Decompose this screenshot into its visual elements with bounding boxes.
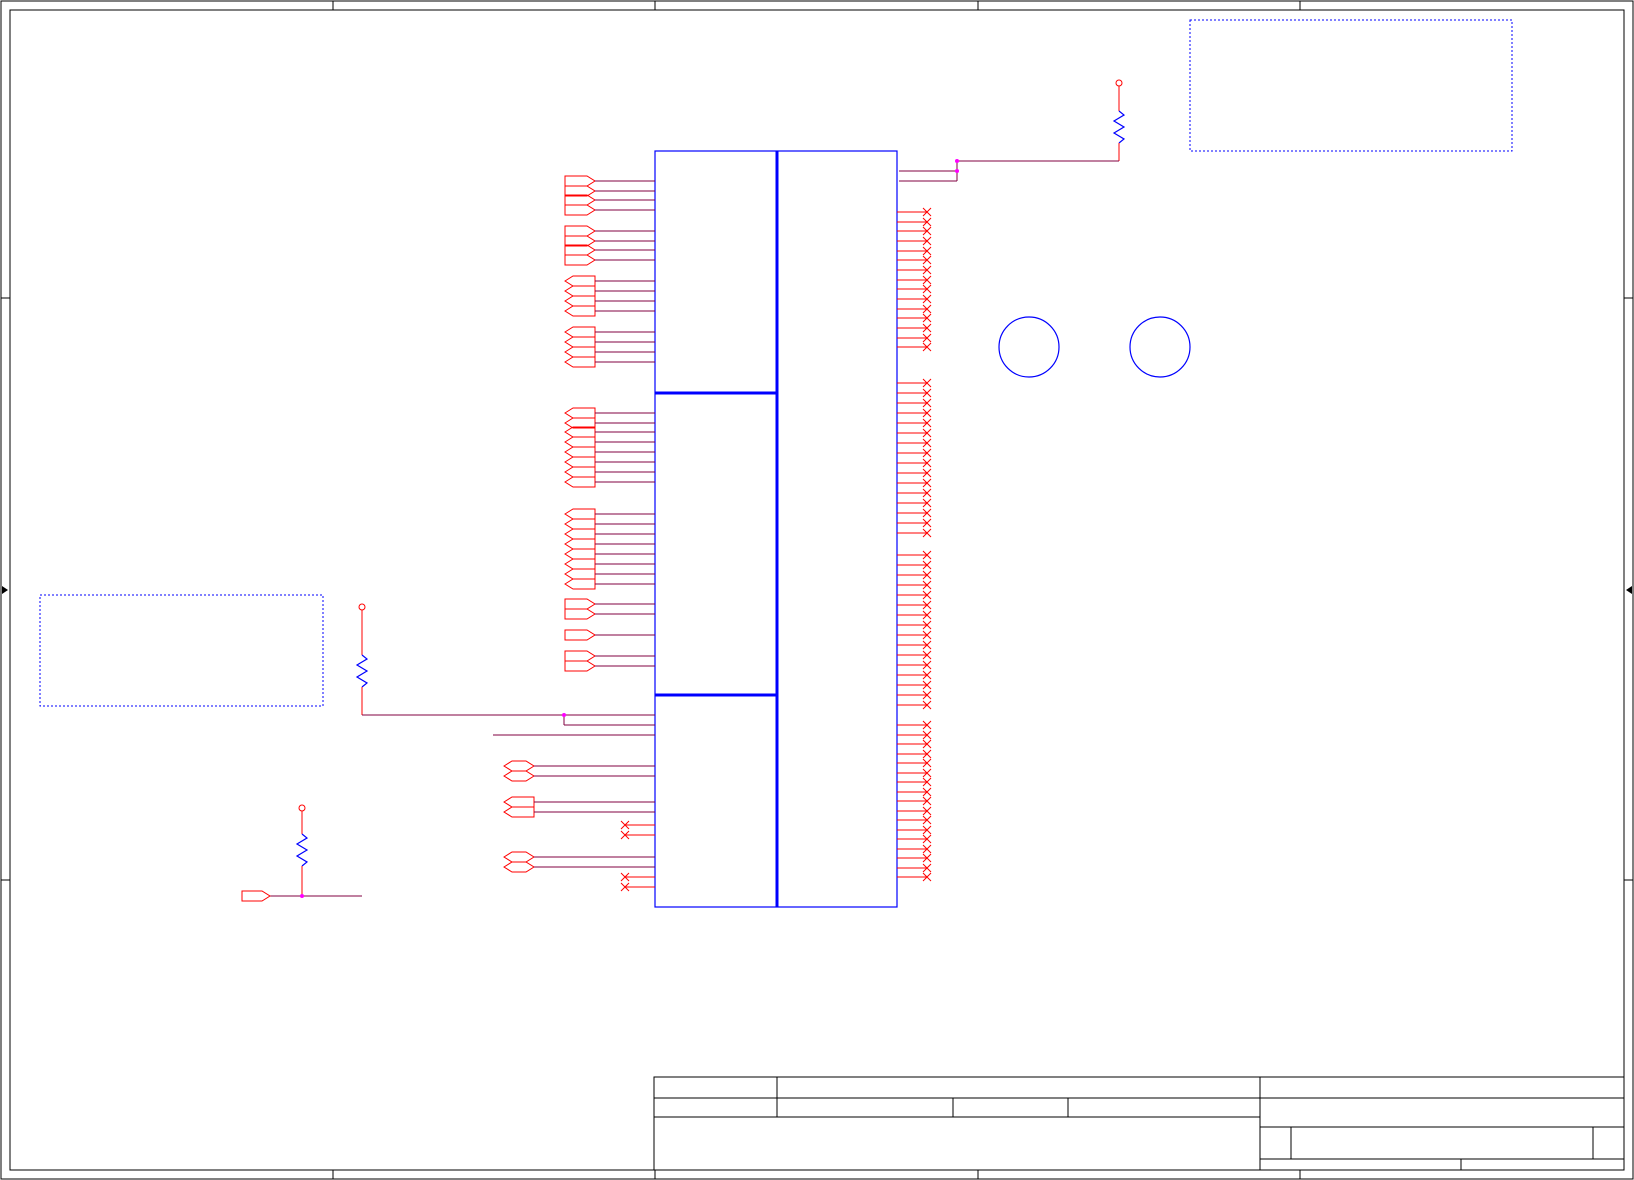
junction-dot-icon [562,713,566,717]
main-connector-component[interactable] [654,150,898,908]
junction-dot-icon [955,159,959,163]
mounting-hole-icon [1129,316,1191,378]
net-port-icon [503,760,535,772]
net-port-icon [564,326,596,338]
resistor-icon [355,654,369,688]
resistor-icon [295,833,309,867]
power-port-icon [298,804,306,812]
net-port-icon [503,770,535,782]
net-port-icon [564,466,596,478]
net-port-icon [564,346,596,358]
grid-arrow-icon [2,586,1632,594]
net-port-icon [564,456,596,468]
note-box-left [39,594,324,707]
pullup-resistor-top[interactable] [899,79,1126,182]
net-port-icon [503,861,535,873]
net-port-icon [503,796,535,808]
left-pin-group [503,175,655,892]
net-port-icon [564,548,596,560]
net-port-icon [564,175,596,187]
mounting-hole-icon [998,316,1060,378]
net-port-icon [564,356,596,368]
net-port-icon [564,538,596,550]
net-port-icon [564,436,596,448]
net-port-icon [564,254,596,266]
pullup-resistor-bottom[interactable] [241,804,362,902]
net-port-icon [564,336,596,348]
net-port-icon [564,446,596,458]
note-box-top-right [1189,19,1513,152]
net-port-icon [564,528,596,540]
net-port-icon [564,295,596,307]
net-port-icon [503,806,535,818]
power-port-icon [358,603,366,611]
net-port-icon [564,598,596,610]
net-port-icon [564,568,596,580]
net-port-icon [503,851,535,863]
net-port-icon [564,629,596,641]
net-port-icon [564,407,596,419]
net-port-icon [564,608,596,620]
net-port-icon [564,305,596,317]
right-pin-group [897,207,932,882]
net-port-icon [564,558,596,570]
net-port-icon [564,285,596,297]
net-port-icon [564,204,596,216]
net-port-icon [564,508,596,520]
title-block [653,1076,1625,1171]
net-port-icon [564,650,596,662]
net-port-icon [564,225,596,237]
junction-dot-icon [955,169,959,173]
pullup-resistor-left[interactable] [355,603,655,736]
net-port-icon [564,660,596,672]
net-port-icon [564,578,596,590]
power-port-icon [1115,79,1123,87]
sheet-frame [0,0,1634,1180]
schematic-sheet [0,0,1634,1180]
net-port-icon [564,275,596,287]
net-port-icon [564,476,596,488]
net-port-icon [564,518,596,530]
net-port-icon [241,890,271,902]
junction-dot-icon [300,894,304,898]
resistor-icon [1112,110,1126,144]
